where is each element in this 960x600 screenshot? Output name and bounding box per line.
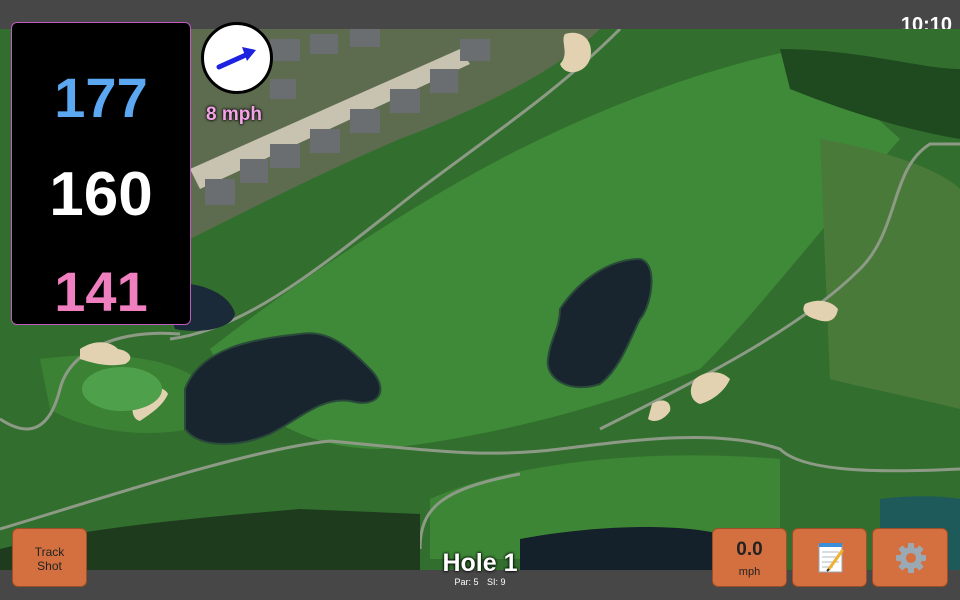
hole-title: Hole 1 [442, 549, 518, 577]
track-shot-button[interactable]: Track Shot [12, 528, 87, 587]
speed-unit: mph [738, 566, 761, 578]
hole-si: SI: 9 [487, 577, 506, 587]
wind-speed: 8 mph [206, 104, 262, 125]
track-shot-label-line2: Shot [37, 559, 62, 573]
distance-middle: 160 [49, 160, 153, 229]
speed-button[interactable]: 0.0 mph [712, 528, 787, 587]
wind-direction-dial [201, 22, 273, 94]
speed-value: 0.0 [736, 539, 763, 560]
distance-back: 177 [54, 66, 148, 129]
distance-front: 141 [54, 260, 148, 323]
settings-button[interactable] [872, 528, 948, 587]
notes-button[interactable] [792, 528, 867, 587]
gear-icon [896, 543, 926, 573]
track-shot-label-line1: Track [34, 545, 65, 559]
hole-info: Par: 5 SI: 9 [380, 577, 580, 587]
notepad-icon [818, 543, 844, 573]
distance-panel: 177 160 141 [11, 22, 191, 325]
hole-par: Par: 5 [454, 577, 479, 587]
arrow-right-icon [216, 47, 256, 70]
